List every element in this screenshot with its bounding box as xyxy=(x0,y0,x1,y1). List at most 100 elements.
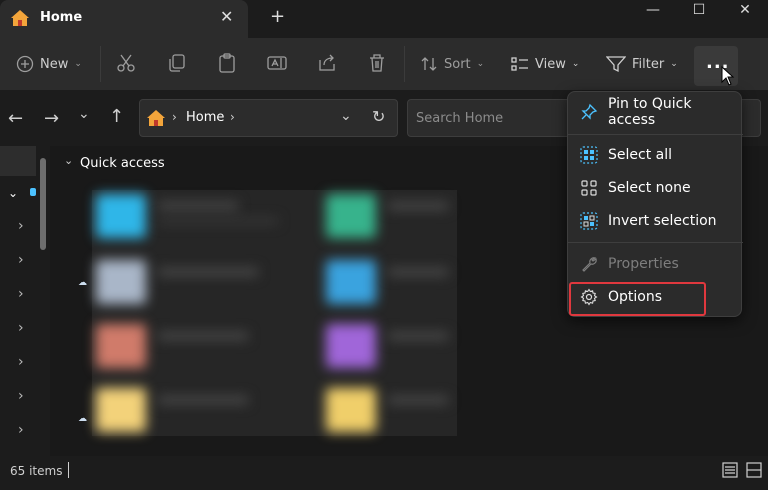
folder-thumbnail[interactable] xyxy=(96,388,146,432)
status-bar: 65 items xyxy=(0,456,768,490)
folder-thumbnail[interactable] xyxy=(96,194,146,238)
refresh-icon[interactable]: ↻ xyxy=(372,107,385,126)
chevron-down-icon: ⌄ xyxy=(571,59,580,69)
divider xyxy=(100,46,101,82)
details-view-icon[interactable] xyxy=(722,462,738,482)
menu-item-label: Properties xyxy=(608,256,679,272)
cloud-icon: ☁ xyxy=(78,278,87,288)
breadcrumb-separator-icon: › xyxy=(230,110,235,124)
folder-name xyxy=(388,396,448,404)
sort-label: Sort xyxy=(444,56,471,72)
share-icon[interactable] xyxy=(316,52,340,76)
invert-selection-icon xyxy=(578,210,600,232)
menu-item-label: Select all xyxy=(608,147,672,163)
address-bar[interactable]: › Home › ⌄ ↻ xyxy=(139,99,398,137)
chevron-right-icon[interactable]: › xyxy=(18,252,24,268)
quick-access-grid xyxy=(92,190,457,436)
section-quick-access[interactable]: Quick access xyxy=(80,156,165,171)
chevron-down-icon: ⌄ xyxy=(670,59,678,69)
select-all-icon xyxy=(578,144,600,166)
menu-item-label: Pin to Quick access xyxy=(607,96,692,128)
maximize-button[interactable]: ☐ xyxy=(676,0,722,28)
view-label: View xyxy=(535,56,566,72)
recent-locations-icon[interactable]: ⌄ xyxy=(78,106,90,122)
folder-thumbnail[interactable] xyxy=(326,388,376,432)
command-bar: New ⌄ Sort ⌄ View ⌄ Filter ⌄ xyxy=(0,38,768,90)
divider xyxy=(404,46,405,82)
minimize-button[interactable]: — xyxy=(630,0,676,28)
tiles-view-icon[interactable] xyxy=(746,462,762,482)
cursor-icon xyxy=(721,66,735,86)
address-dropdown-icon[interactable]: ⌄ xyxy=(340,108,352,124)
chevron-right-icon[interactable]: › xyxy=(18,354,24,370)
scrollbar[interactable] xyxy=(40,158,46,250)
filter-label: Filter xyxy=(632,56,665,72)
tab-close-icon[interactable]: ✕ xyxy=(220,7,233,26)
close-button[interactable]: ✕ xyxy=(722,0,768,28)
menu-item-select-none[interactable]: Select none xyxy=(568,172,743,204)
folder-thumbnail[interactable] xyxy=(326,194,376,238)
copy-icon[interactable] xyxy=(166,52,190,76)
folder-thumbnail[interactable] xyxy=(326,324,376,368)
back-icon[interactable]: ← xyxy=(8,108,23,129)
onedrive-icon xyxy=(30,188,36,196)
chevron-right-icon[interactable]: › xyxy=(18,388,24,404)
menu-item-invert-selection[interactable]: Invert selection xyxy=(568,205,743,237)
breadcrumb-separator-icon: › xyxy=(172,110,177,124)
home-icon xyxy=(146,109,166,131)
menu-divider xyxy=(568,242,743,243)
plus-circle-icon xyxy=(16,55,34,73)
chevron-right-icon[interactable]: › xyxy=(18,218,24,234)
folder-name xyxy=(388,268,448,276)
chevron-right-icon[interactable]: › xyxy=(18,286,24,302)
view-icon xyxy=(511,57,528,71)
menu-item-label: Select none xyxy=(608,180,691,196)
breadcrumb-home[interactable]: Home xyxy=(186,110,224,125)
delete-icon[interactable] xyxy=(366,52,390,76)
menu-item-properties[interactable]: Properties xyxy=(568,248,743,280)
filter-icon xyxy=(606,56,626,73)
divider xyxy=(68,462,69,478)
folder-path xyxy=(158,218,278,224)
new-button[interactable]: New ⌄ xyxy=(16,38,82,90)
highlight-box xyxy=(569,282,706,316)
sort-icon xyxy=(421,57,437,71)
menu-item-select-all[interactable]: Select all xyxy=(568,139,743,171)
menu-divider xyxy=(568,134,743,135)
search-placeholder: Search Home xyxy=(416,111,504,126)
chevron-down-icon: ⌄ xyxy=(476,59,485,69)
cloud-icon: ☁ xyxy=(78,414,87,424)
item-count: 65 items xyxy=(10,464,63,478)
folder-thumbnail[interactable] xyxy=(96,260,146,304)
chevron-down-icon[interactable]: ⌄ xyxy=(64,154,73,167)
new-label: New xyxy=(40,56,69,72)
pin-icon xyxy=(578,101,600,123)
up-icon[interactable]: ↑ xyxy=(109,106,124,127)
navigation-pane: ⌄ › › › › › › › xyxy=(0,146,50,456)
folder-thumbnail[interactable] xyxy=(96,324,146,368)
tab-title: Home xyxy=(40,10,83,25)
tab-home[interactable]: Home ✕ xyxy=(0,0,248,38)
sort-button[interactable]: Sort ⌄ xyxy=(420,38,484,90)
folder-name xyxy=(158,268,258,276)
menu-item-pin-to-quick-access[interactable]: Pin to Quick access xyxy=(568,96,743,128)
forward-icon[interactable]: → xyxy=(44,108,59,129)
menu-item-label: Invert selection xyxy=(608,213,717,229)
folder-name xyxy=(158,332,248,340)
nav-item-home[interactable] xyxy=(0,146,36,176)
chevron-down-icon: ⌄ xyxy=(74,59,82,69)
select-none-icon xyxy=(578,177,600,199)
view-button[interactable]: View ⌄ xyxy=(511,38,579,90)
cut-icon[interactable] xyxy=(115,52,139,76)
new-tab-button[interactable]: + xyxy=(270,6,285,27)
folder-name xyxy=(388,332,448,340)
chevron-right-icon[interactable]: › xyxy=(18,320,24,336)
chevron-right-icon[interactable]: › xyxy=(18,422,24,438)
chevron-down-icon[interactable]: ⌄ xyxy=(8,186,18,200)
filter-button[interactable]: Filter ⌄ xyxy=(606,38,678,90)
rename-icon[interactable] xyxy=(266,52,290,76)
folder-name xyxy=(388,202,448,210)
folder-name xyxy=(158,396,248,404)
paste-icon[interactable] xyxy=(216,52,240,76)
folder-thumbnail[interactable] xyxy=(326,260,376,304)
